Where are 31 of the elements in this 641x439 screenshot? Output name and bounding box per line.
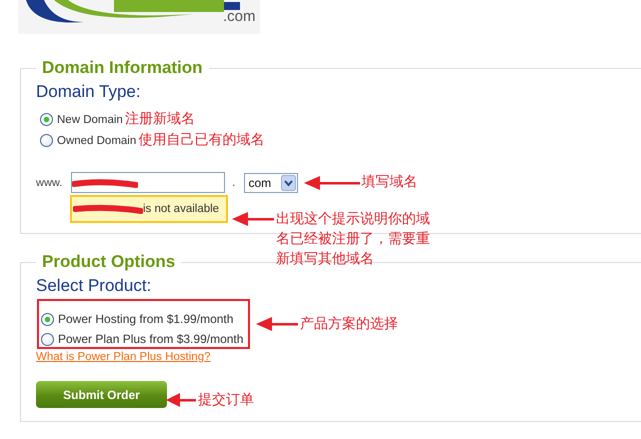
submit-button[interactable]: Submit Order [36,381,167,408]
annotation-text: 出现这个提示说明你的域名已经被注册了，需要重新填写其他域名 [276,210,430,269]
radio-label[interactable]: New Domain [57,114,123,126]
availability-message: is not available [70,195,228,223]
annotation-arrow [304,176,360,190]
radio-button[interactable] [41,312,54,326]
annotation-text: 产品方案的选择 [300,314,398,334]
section-heading: Select Product: [36,276,152,296]
logo-text: .com [223,8,256,26]
annotation-arrow [256,317,298,331]
radio-button[interactable] [41,332,54,346]
radio-button[interactable] [40,134,53,147]
section-heading: Domain Type: [36,82,142,102]
prefix-label: www. [36,176,64,188]
annotation-arrow [166,392,196,406]
domain-input-field[interactable] [71,172,225,193]
annotation-arrow [232,212,274,226]
tld-select[interactable]: com [244,172,298,192]
section-title: Product Options [41,252,176,272]
annotation-text: 使用自己已有的域名 [138,131,264,150]
section-title: Domain Information [41,58,204,78]
redaction-mark [73,204,143,214]
radio-label[interactable]: Power Hosting from $1.99/month [58,312,234,326]
radio-label[interactable]: Power Plan Plus from $3.99/month [58,332,244,346]
redaction-mark [72,179,138,189]
annotation-text: 填写域名 [362,173,418,192]
radio-label[interactable]: Owned Domain [57,134,136,146]
radio-button[interactable] [40,113,53,126]
separator: . [232,176,236,189]
annotation-text: 提交订单 [198,391,254,410]
annotation-text: 注册新域名 [124,110,195,129]
